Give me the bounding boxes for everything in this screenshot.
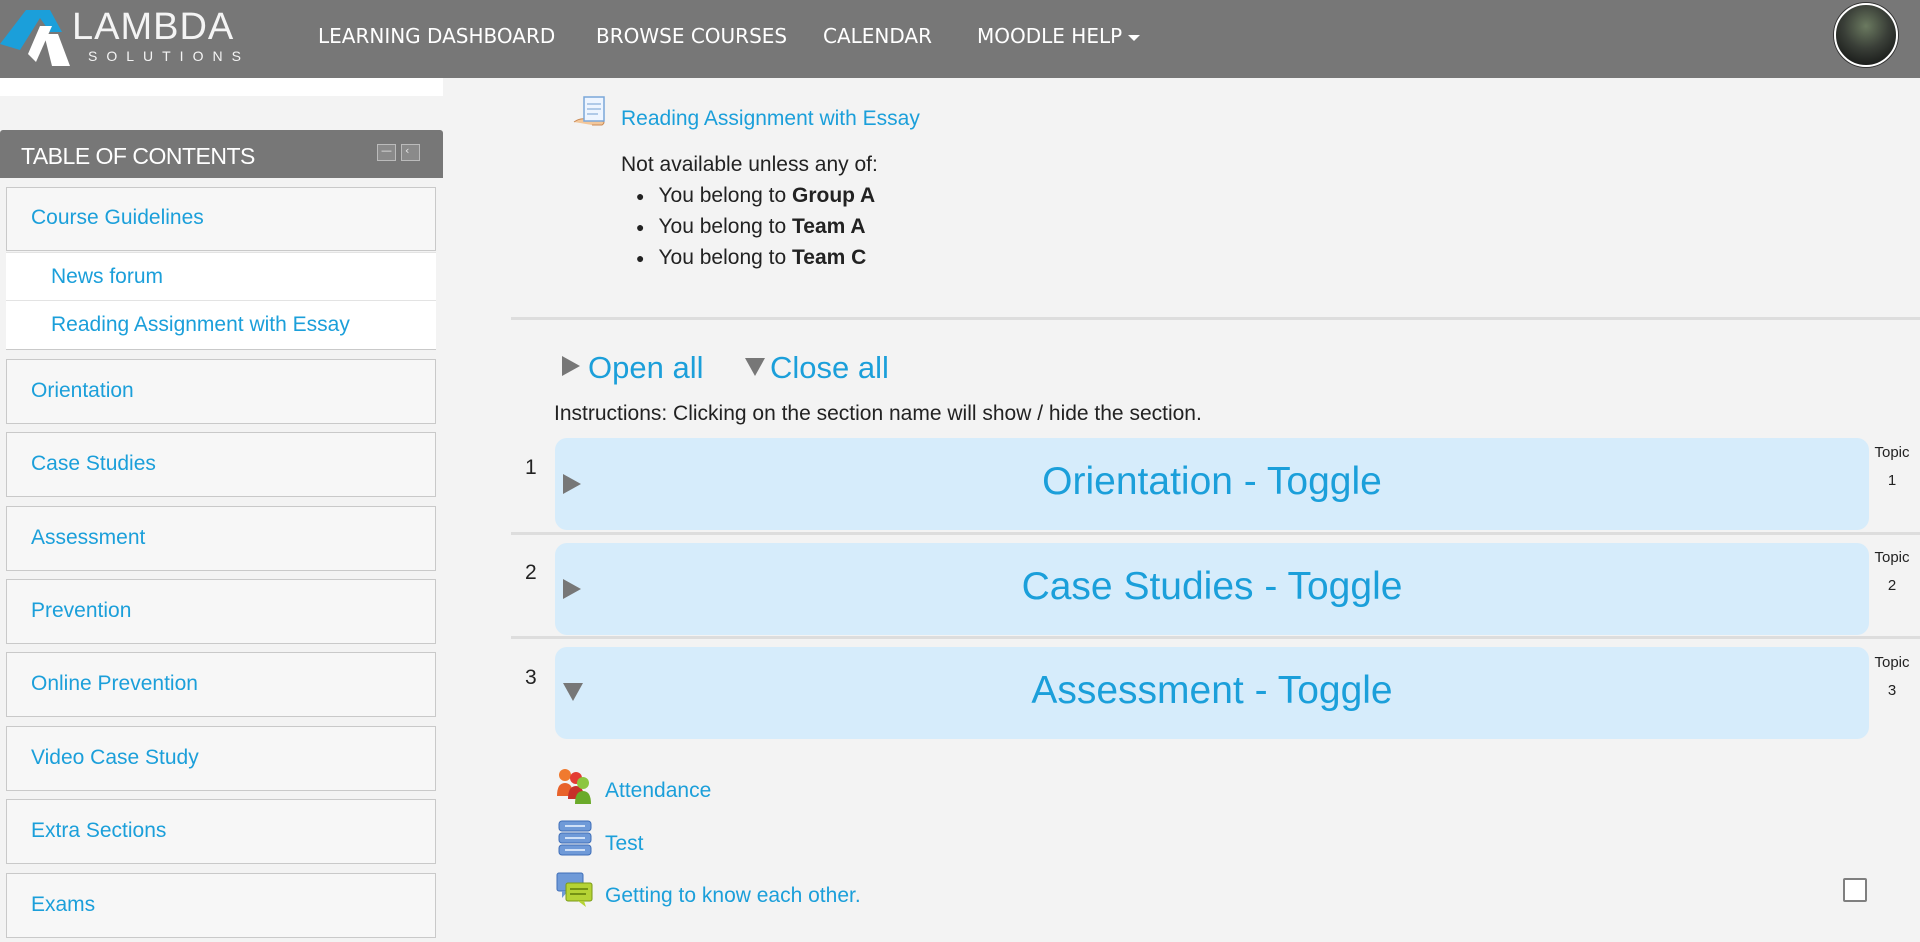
open-all-label: Open all <box>588 350 704 385</box>
nav-learning-dashboard[interactable]: LEARNING DASHBOARD <box>318 24 555 48</box>
section-title[interactable]: Case Studies - Toggle <box>555 565 1869 609</box>
activity-attendance[interactable]: Attendance <box>605 779 711 803</box>
divider <box>511 317 1920 320</box>
toc-section[interactable]: Online Prevention <box>6 652 436 717</box>
play-icon <box>562 356 580 376</box>
toc-subitem-row: News forum <box>6 252 436 301</box>
toc-subitem-news-forum[interactable]: News forum <box>51 265 163 289</box>
user-avatar[interactable] <box>1834 3 1898 67</box>
toc-item-case-studies[interactable]: Case Studies <box>31 452 156 476</box>
restriction-item: ● You belong to Team A <box>636 215 866 238</box>
close-all-label: Close all <box>770 350 889 385</box>
topic-label: Topic 1 <box>1872 439 1912 495</box>
topic-label: Topic 2 <box>1872 544 1912 600</box>
restriction-item: ● You belong to Group A <box>636 184 876 207</box>
toc-section[interactable]: Video Case Study <box>6 726 436 791</box>
restriction-group: Team A <box>792 215 866 238</box>
minimize-block-icon[interactable]: — <box>377 144 396 161</box>
toc-section[interactable]: Assessment <box>6 506 436 571</box>
topic-label: Topic 3 <box>1872 649 1912 705</box>
sidebar-top-strip <box>0 78 443 96</box>
topic-number: 1 <box>1887 472 1897 489</box>
instructions-text: Instructions: Clicking on the section na… <box>554 402 1202 425</box>
section-toggle-assessment[interactable]: Assessment - Toggle <box>555 647 1869 739</box>
toc-section[interactable]: Extra Sections <box>6 799 436 864</box>
logo-subtitle: SOLUTIONS <box>88 48 250 64</box>
toc-title: TABLE OF CONTENTS <box>21 143 255 169</box>
lambda-logo[interactable]: LAMBDA SOLUTIONS <box>0 0 241 70</box>
completion-checkbox[interactable] <box>1843 878 1867 902</box>
topic-number: 3 <box>1887 682 1897 699</box>
topic-word: Topic <box>1874 654 1910 671</box>
toc-item-course-guidelines[interactable]: Course Guidelines <box>31 206 204 230</box>
section-toggle-case-studies[interactable]: Case Studies - Toggle <box>555 543 1869 635</box>
database-icon <box>558 820 592 856</box>
restriction-list: ● You belong to Group A ● You belong to Te… <box>636 184 875 277</box>
toc-item-online-prevention[interactable]: Online Prevention <box>31 672 198 696</box>
forum-icon <box>556 872 593 907</box>
nav-moodle-help-label: MOODLE HELP <box>977 24 1123 48</box>
restriction-prefix: You belong to <box>658 246 792 269</box>
top-navbar: LAMBDA SOLUTIONS LEARNING DASHBOARD BROW… <box>0 0 1920 78</box>
triangle-down-icon <box>745 358 765 376</box>
restriction-group: Group A <box>792 184 876 207</box>
section-title[interactable]: Assessment - Toggle <box>555 669 1869 713</box>
toc-section[interactable]: Course Guidelines <box>6 187 436 251</box>
activity-test[interactable]: Test <box>605 832 644 856</box>
restriction-item: ● You belong to Team C <box>636 246 867 269</box>
section-number: 3 <box>525 666 537 689</box>
toc-item-exams[interactable]: Exams <box>31 893 95 917</box>
toc-item-video-case-study[interactable]: Video Case Study <box>31 746 199 770</box>
toc-section[interactable]: Case Studies <box>6 432 436 497</box>
toc-item-assessment[interactable]: Assessment <box>31 526 145 550</box>
divider <box>511 636 1920 639</box>
toc-item-extra-sections[interactable]: Extra Sections <box>31 819 166 843</box>
restriction-group: Team C <box>792 246 867 269</box>
restriction-prefix: You belong to <box>658 215 792 238</box>
toc-item-prevention[interactable]: Prevention <box>31 599 131 623</box>
toc-header: TABLE OF CONTENTS — ‹ <box>0 130 443 178</box>
restriction-prefix: You belong to <box>658 184 792 207</box>
assignment-link[interactable]: Reading Assignment with Essay <box>621 107 920 131</box>
toc-item-orientation[interactable]: Orientation <box>31 379 134 403</box>
nav-calendar[interactable]: CALENDAR <box>823 24 932 48</box>
chevron-down-icon <box>1128 34 1141 41</box>
section-number: 1 <box>525 456 537 479</box>
activity-getting-to-know[interactable]: Getting to know each other. <box>605 884 861 908</box>
toc-section[interactable]: Orientation <box>6 359 436 424</box>
restriction-intro: Not available unless any of: <box>621 153 878 176</box>
toc-subitem-row: Reading Assignment with Essay <box>6 300 436 350</box>
section-number: 2 <box>525 561 537 584</box>
section-title[interactable]: Orientation - Toggle <box>555 460 1869 504</box>
divider <box>511 532 1920 535</box>
toc-subitem-reading-assignment[interactable]: Reading Assignment with Essay <box>51 313 350 337</box>
nav-moodle-help[interactable]: MOODLE HELP <box>977 24 1141 48</box>
topic-word: Topic <box>1874 444 1910 461</box>
toc-section[interactable]: Exams <box>6 873 436 938</box>
topic-number: 2 <box>1887 577 1897 594</box>
attendance-icon <box>557 769 591 804</box>
logo-wordmark: LAMBDA <box>72 6 235 48</box>
nav-browse-courses[interactable]: BROWSE COURSES <box>596 24 787 48</box>
topic-word: Topic <box>1874 549 1910 566</box>
section-toggle-orientation[interactable]: Orientation - Toggle <box>555 438 1869 530</box>
dock-block-icon[interactable]: ‹ <box>401 144 420 161</box>
lambda-logo-mark-icon <box>0 10 70 66</box>
toc-section[interactable]: Prevention <box>6 579 436 644</box>
assignment-icon <box>573 96 605 126</box>
